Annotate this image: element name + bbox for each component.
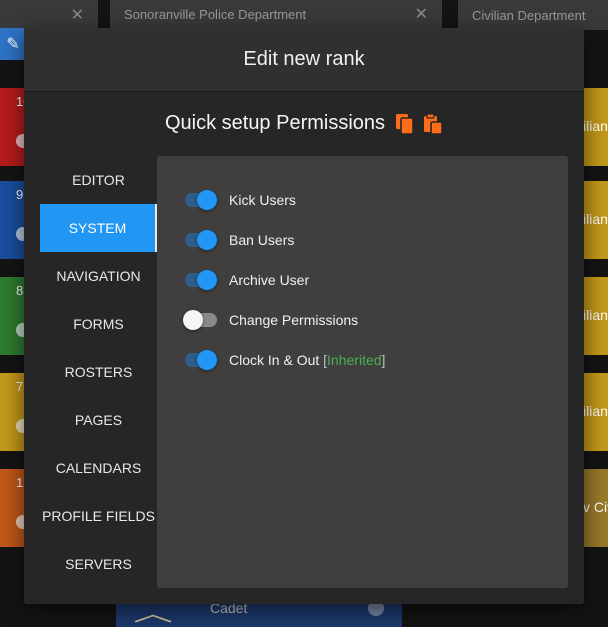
edit-rank-modal: Edit new rank Quick setup Permissions ED… (24, 28, 584, 604)
inherited-badge: Inherited (327, 352, 382, 368)
bg-rank-label: ilian (583, 118, 608, 134)
bg-rank-card[interactable]: 9 (0, 181, 26, 259)
bg-rank-card[interactable]: ilian (583, 181, 608, 259)
permission-row-change-permissions: Change Permissions (157, 300, 568, 340)
bg-rank-card[interactable]: 7 (0, 373, 26, 451)
sidebar-item-navigation[interactable]: NAVIGATION (40, 252, 157, 300)
bg-rank-card[interactable]: 8 (0, 277, 26, 355)
bg-tab-label: Sonoranville Police Department (124, 6, 307, 22)
permission-row-kick-users: Kick Users (157, 180, 568, 220)
close-icon[interactable]: ✕ (71, 5, 84, 25)
bg-rank-card[interactable]: 10 (0, 88, 26, 166)
sidebar-item-calendars[interactable]: CALENDARS (40, 444, 157, 492)
paste-icon[interactable] (423, 112, 443, 135)
permission-label: Ban Users (229, 232, 295, 248)
bg-rank-number: 8 (16, 283, 24, 298)
sidebar-item-label: PROFILE FIELDS (42, 508, 155, 524)
bg-rank-number: 9 (16, 187, 24, 202)
bg-rank-card[interactable]: 1 (0, 469, 26, 547)
quick-setup-label: Quick setup Permissions (164, 112, 386, 134)
sidebar-item-label: FORMS (73, 316, 124, 332)
permission-row-clock-in-out: Clock In & Out [Inherited] (157, 340, 568, 380)
bg-tab-police[interactable]: Sonoranville Police Department ✕ (110, 0, 442, 30)
toggle-knob (197, 270, 217, 290)
sidebar-item-label: ROSTERS (64, 364, 133, 380)
bg-rank-card[interactable]: ilian (583, 373, 608, 451)
sidebar-item-label: EDITOR (72, 172, 125, 188)
bg-rank-label: v Civ (583, 499, 608, 515)
sidebar-item-rosters[interactable]: ROSTERS (40, 348, 157, 396)
pencil-icon[interactable]: ✎ (0, 28, 26, 60)
sidebar-item-profile-fields[interactable]: PROFILE FIELDS (40, 492, 157, 540)
permission-label: Archive User (229, 272, 310, 288)
bg-rank-card[interactable]: ilian (583, 277, 608, 355)
sidebar-item-editor[interactable]: EDITOR (40, 156, 157, 204)
toggle-knob (197, 350, 217, 370)
sidebar-item-label: PAGES (74, 412, 123, 428)
bg-tab-civilian[interactable]: Civilian Department (458, 0, 608, 30)
bracket-close: ] (381, 352, 386, 368)
bg-rank-label: ilian (583, 211, 608, 227)
bg-rank-label: ilian (583, 307, 608, 323)
change-permissions-toggle[interactable] (183, 310, 217, 330)
permissions-panel: Kick Users Ban Users Archive User Change… (157, 156, 568, 588)
permission-row-archive-user: Archive User (157, 260, 568, 300)
sidebar-item-label: SERVERS (65, 556, 132, 572)
modal-title: Edit new rank (243, 48, 365, 70)
close-icon[interactable]: ✕ (415, 4, 428, 24)
bg-tab-label: Civilian Department (472, 7, 586, 23)
bg-rank-card[interactable]: ilian (583, 88, 608, 166)
sidebar-item-label: CALENDARS (55, 460, 142, 476)
clock-in-out-toggle[interactable] (185, 350, 217, 370)
sidebar-item-label: SYSTEM (68, 220, 127, 236)
bg-rank-label: ilian (583, 403, 608, 419)
bg-rank-number: 7 (16, 379, 24, 394)
sidebar-item-forms[interactable]: FORMS (40, 300, 157, 348)
modal-header: Edit new rank (24, 28, 584, 92)
toggle-knob (197, 230, 217, 250)
sidebar-item-pages[interactable]: PAGES (40, 396, 157, 444)
kick-users-toggle[interactable] (185, 190, 217, 210)
bg-rank-number: 1 (16, 475, 24, 490)
permission-row-ban-users: Ban Users (157, 220, 568, 260)
bg-tab-1[interactable]: ✕ (0, 0, 98, 30)
permission-label: Clock In & Out (229, 352, 320, 368)
toggle-knob (197, 190, 217, 210)
toggle-knob (183, 310, 203, 330)
permission-label: Change Permissions (229, 312, 359, 328)
copy-icon[interactable] (395, 113, 415, 135)
ban-users-toggle[interactable] (185, 230, 217, 250)
quick-setup-row: Quick setup Permissions (24, 112, 584, 135)
permission-label: Kick Users (229, 192, 296, 208)
permissions-sidebar: EDITOR SYSTEM NAVIGATION FORMS ROSTERS P… (40, 156, 157, 588)
bg-rank-card[interactable]: v Civ (583, 469, 608, 547)
sidebar-item-system[interactable]: SYSTEM (40, 204, 157, 252)
archive-user-toggle[interactable] (185, 270, 217, 290)
sidebar-item-label: NAVIGATION (56, 268, 141, 284)
sidebar-item-servers[interactable]: SERVERS (40, 540, 157, 588)
